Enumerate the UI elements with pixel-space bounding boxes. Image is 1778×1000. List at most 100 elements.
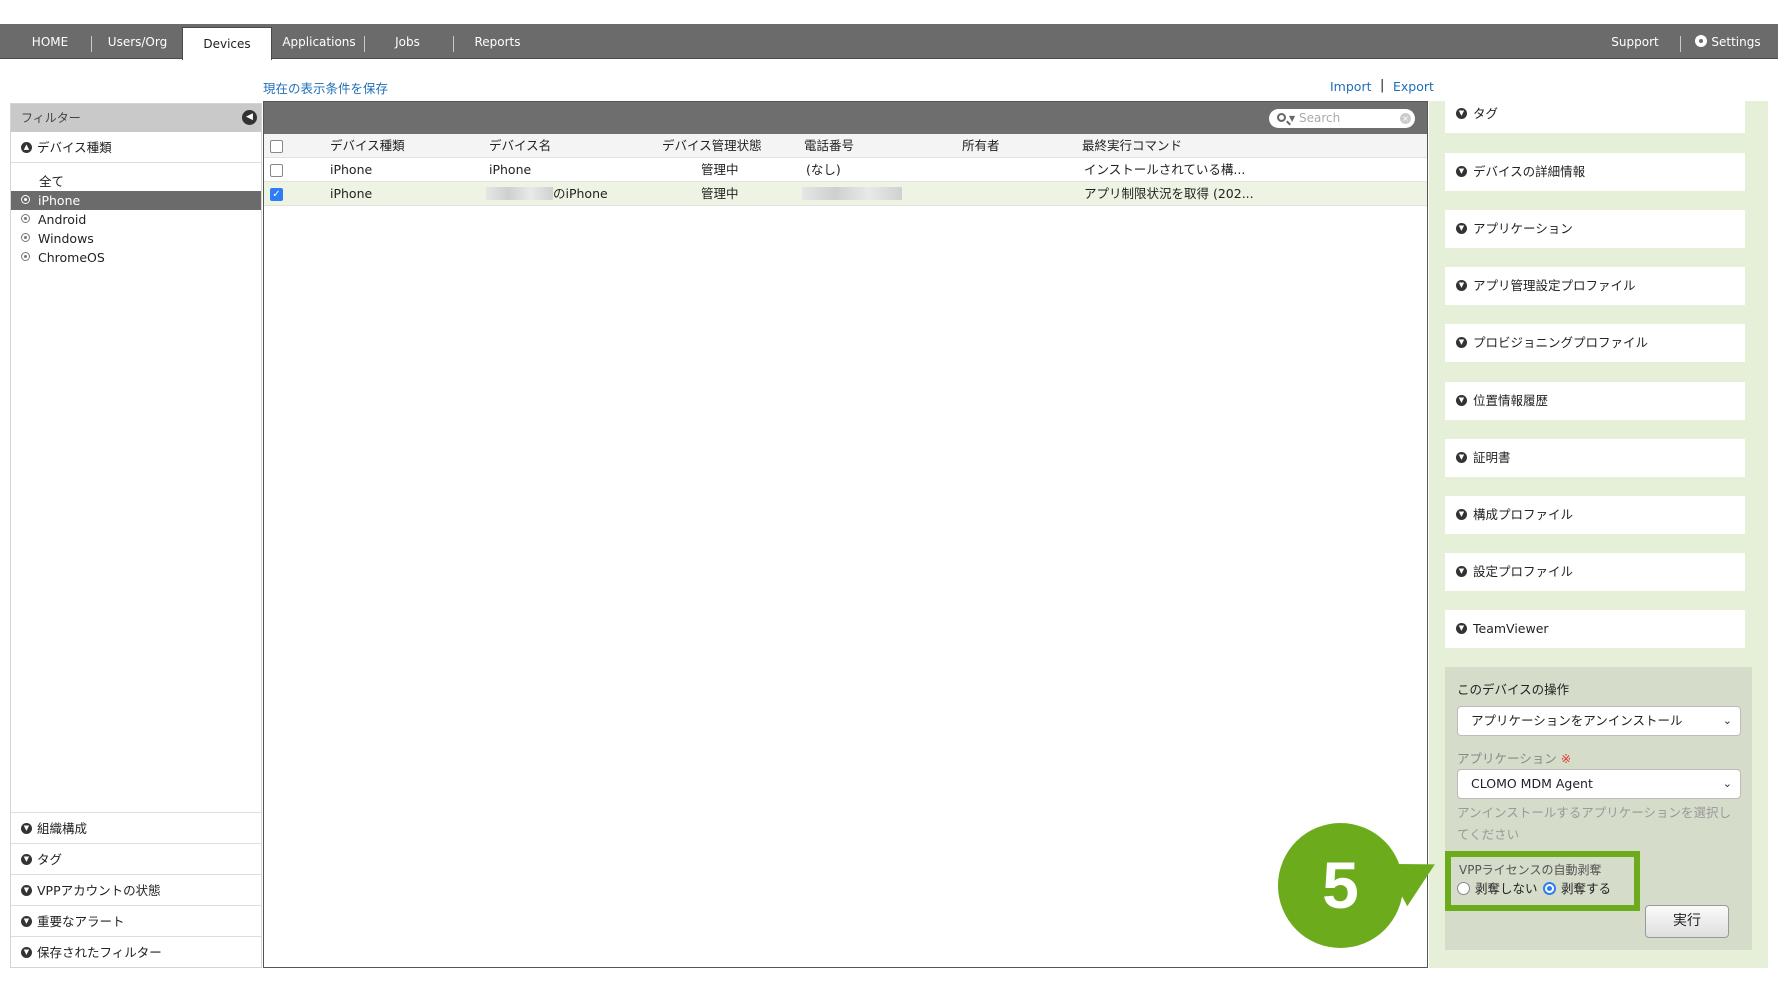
chevron-down-icon: ▼ (21, 823, 32, 834)
filter-item-android[interactable]: Android (11, 210, 261, 229)
column-header[interactable]: デバイス管理状態 (662, 134, 762, 158)
filter-section-vpp[interactable]: ▼ VPPアカウントの状態 (11, 874, 261, 905)
nav-tab-jobs[interactable]: Jobs (380, 24, 435, 59)
chevron-down-icon: ▼ (1456, 166, 1467, 177)
detail-section-applications[interactable]: ▼ アプリケーション (1445, 210, 1745, 248)
filter-section-alerts[interactable]: ▼ 重要なアラート (11, 905, 261, 936)
nav-separator (91, 36, 92, 52)
chevron-down-icon: ▼ (1456, 566, 1467, 577)
filter-section-org[interactable]: ▼ 組織構成 (11, 812, 261, 843)
detail-section-label: 設定プロファイル (1473, 564, 1574, 579)
radio-dot-icon (21, 252, 30, 261)
detail-section-location[interactable]: ▼ 位置情報履歴 (1445, 382, 1745, 420)
detail-section-label: 構成プロファイル (1473, 507, 1574, 522)
radio-no-revoke[interactable]: 剥奪しない (1457, 881, 1538, 897)
application-label: アプリケーション ※ (1457, 748, 1571, 767)
table-row[interactable]: iPhone iPhone 管理中 (なし) インストールされている構... (264, 158, 1427, 182)
filter-bottom-sections: ▼ 組織構成 ▼ タグ ▼ VPPアカウントの状態 ▼ 重要なアラート ▼ 保存されたフィ… (11, 812, 261, 967)
chevron-down-icon: ▼ (1456, 337, 1467, 348)
detail-section-teamviewer[interactable]: ▼ TeamViewer (1445, 610, 1745, 648)
import-link[interactable]: Import (1330, 79, 1372, 94)
clear-icon[interactable]: × (1400, 113, 1411, 124)
nav-tab-reports[interactable]: Reports (465, 24, 530, 59)
filter-section-device-type[interactable]: ▲ デバイス種類 (11, 132, 261, 163)
radio-button-selected[interactable] (1543, 882, 1556, 895)
radio-revoke[interactable]: 剥奪する (1543, 881, 1611, 897)
column-header[interactable]: 所有者 (962, 134, 1000, 158)
device-detail-panel: ▼ タグ ▼ デバイスの詳細情報 ▼ アプリケーション ▼ アプリ管理設定プロファイル … (1429, 95, 1768, 968)
link-separator: | (1380, 78, 1385, 93)
collapse-left-icon[interactable]: ◀ (242, 110, 257, 125)
operation-title: このデバイスの操作 (1457, 682, 1570, 697)
filter-section-label: 重要なアラート (37, 914, 125, 929)
caret-down-icon: ▼ (1289, 114, 1296, 123)
column-header[interactable]: デバイス名 (489, 134, 551, 158)
save-view-link[interactable]: 現在の表示条件を保存 (263, 78, 388, 97)
filter-section-saved[interactable]: ▼ 保存されたフィルター (11, 936, 261, 967)
table-row[interactable]: ✓ iPhone のiPhone 管理中 アプリ制限状況を取得 (202... (264, 182, 1427, 206)
filter-item-iphone[interactable]: iPhone (11, 191, 261, 210)
detail-section-tag[interactable]: ▼ タグ (1445, 95, 1745, 133)
required-mark: ※ (1560, 751, 1572, 766)
detail-section-label: デバイスの詳細情報 (1473, 164, 1586, 179)
filter-item-label: ChromeOS (38, 250, 105, 265)
row-checkbox[interactable] (270, 164, 283, 177)
cell-device-name: のiPhone (553, 186, 608, 201)
export-link[interactable]: Export (1393, 79, 1434, 94)
filter-item-windows[interactable]: Windows (11, 229, 261, 248)
radio-dot-icon (21, 233, 30, 242)
detail-section-label: アプリケーション (1473, 221, 1573, 236)
radio-dot-icon (21, 195, 30, 204)
detail-section-label: 位置情報履歴 (1473, 393, 1549, 408)
chevron-down-icon: ▼ (21, 885, 32, 896)
filter-item-all[interactable]: 全て (11, 172, 261, 191)
nav-tab-applications[interactable]: Applications (280, 24, 358, 59)
select-all-checkbox[interactable] (270, 140, 283, 153)
cell-phone (802, 182, 902, 206)
chevron-down-icon: ▼ (1456, 223, 1467, 234)
redacted-text (802, 187, 902, 200)
filter-section-label: タグ (37, 852, 63, 867)
settings-label: Settings (1711, 35, 1761, 49)
radio-button[interactable] (1457, 882, 1470, 895)
chevron-up-icon: ▲ (21, 142, 32, 153)
detail-section-provisioning[interactable]: ▼ プロビジョニングプロファイル (1445, 324, 1745, 362)
row-checkbox[interactable]: ✓ (270, 188, 283, 201)
nav-support-link[interactable]: Support (1600, 24, 1670, 59)
column-header[interactable]: 電話番号 (804, 134, 854, 158)
radio-dot-icon (21, 214, 30, 223)
filter-item-chromeos[interactable]: ChromeOS (11, 248, 261, 267)
filter-header: フィルター ◀ (11, 104, 261, 132)
nav-tab-devices[interactable]: Devices (182, 27, 272, 60)
operation-select[interactable]: アプリケーションをアンインストール ⌄ (1457, 706, 1741, 736)
detail-section-settings-profile[interactable]: ▼ 設定プロファイル (1445, 553, 1745, 591)
detail-section-device-info[interactable]: ▼ デバイスの詳細情報 (1445, 153, 1745, 191)
chevron-down-icon: ▼ (21, 947, 32, 958)
chevron-down-icon: ▼ (21, 854, 32, 865)
filter-item-label: 全て (39, 174, 65, 189)
search-input[interactable]: ▼ Search × (1269, 109, 1415, 128)
detail-section-certificates[interactable]: ▼ 証明書 (1445, 439, 1745, 477)
filter-section-tag[interactable]: ▼ タグ (11, 843, 261, 874)
chevron-down-icon: ▼ (1456, 452, 1467, 463)
step-marker: 5 (1278, 823, 1403, 948)
filter-panel: フィルター ◀ ▲ デバイス種類 全て iPhone Android Windo… (10, 103, 262, 968)
detail-section-app-config[interactable]: ▼ アプリ管理設定プロファイル (1445, 267, 1745, 305)
application-label-text: アプリケーション (1457, 751, 1557, 766)
filter-item-label: Android (38, 212, 87, 227)
filter-section-label: VPPアカウントの状態 (37, 883, 161, 898)
nav-settings-link[interactable]: Settings (1692, 24, 1764, 59)
application-select[interactable]: CLOMO MDM Agent ⌄ (1457, 769, 1741, 799)
redacted-text (486, 187, 553, 200)
search-icon (1277, 113, 1286, 122)
column-header[interactable]: デバイス種類 (330, 134, 405, 158)
run-button[interactable]: 実行 (1645, 905, 1729, 938)
chevron-down-icon: ⌄ (1722, 714, 1732, 727)
nav-separator (1680, 36, 1681, 52)
nav-tab-users-org[interactable]: Users/Org (100, 24, 175, 59)
nav-tab-home[interactable]: HOME (20, 24, 80, 59)
device-operation-box: このデバイスの操作 アプリケーションをアンインストール ⌄ アプリケーション ※… (1445, 667, 1752, 950)
column-header[interactable]: 最終実行コマンド (1082, 134, 1182, 158)
cell-device-name-wrap: のiPhone (486, 182, 608, 206)
detail-section-config-profile[interactable]: ▼ 構成プロファイル (1445, 496, 1745, 534)
